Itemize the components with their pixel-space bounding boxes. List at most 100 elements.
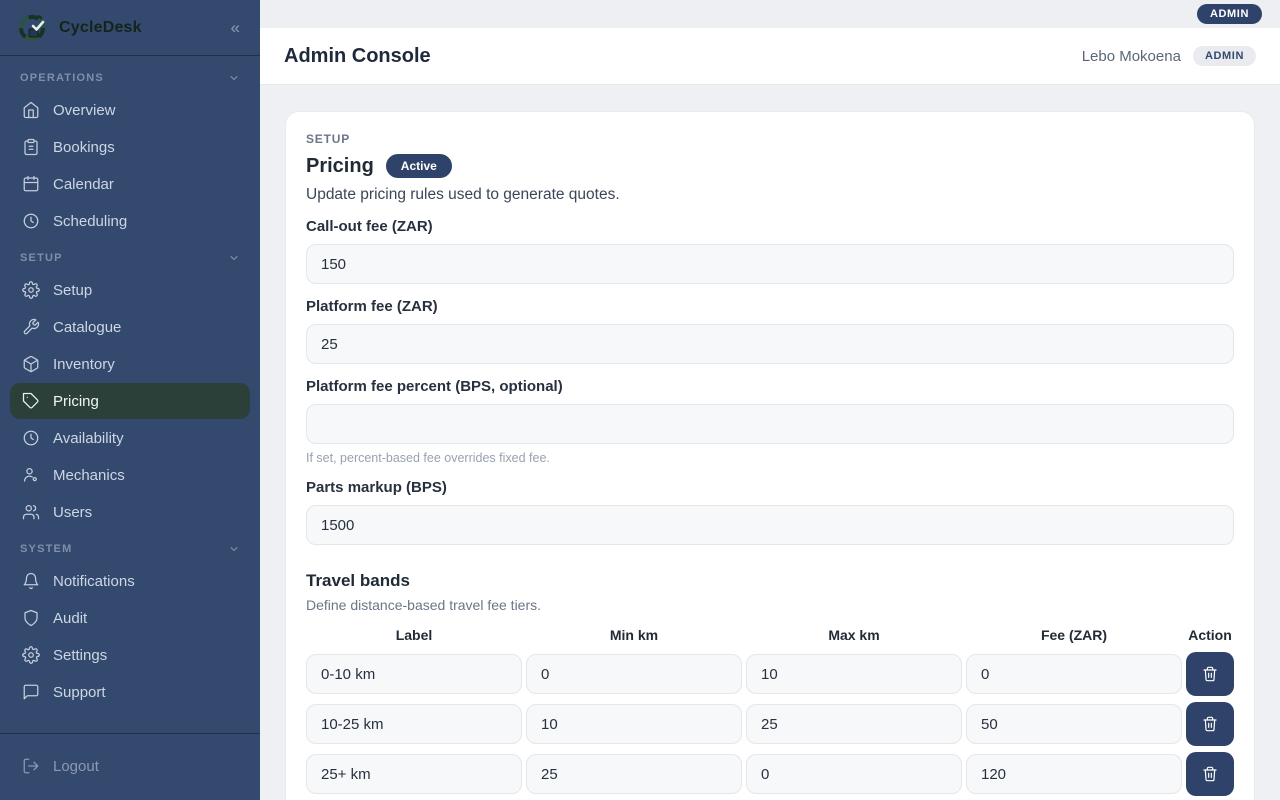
nav-label: Availability xyxy=(53,430,124,447)
band-max-input[interactable] xyxy=(746,704,962,744)
top-strip: ADMIN xyxy=(260,0,1280,28)
calendar-icon xyxy=(22,175,40,193)
nav-label: Overview xyxy=(53,102,116,119)
users-icon xyxy=(22,503,40,521)
sidebar-item-support[interactable]: Support xyxy=(10,674,250,710)
column-header-label: Label xyxy=(306,627,522,646)
content-area: SETUP Pricing Active Update pricing rule… xyxy=(260,85,1280,800)
delete-band-button[interactable] xyxy=(1186,752,1234,796)
clock-icon xyxy=(22,429,40,447)
nav-label: Users xyxy=(53,504,92,521)
logout-label: Logout xyxy=(53,758,99,775)
band-min-input[interactable] xyxy=(526,754,742,794)
section-label: SYSTEM xyxy=(20,543,72,555)
band-fee-input[interactable] xyxy=(966,754,1182,794)
column-header-action: Action xyxy=(1186,627,1234,646)
platform-fee-input[interactable] xyxy=(306,324,1234,364)
section-header-operations[interactable]: OPERATIONS xyxy=(0,60,260,91)
page-header: Admin Console Lebo Mokoena ADMIN xyxy=(260,28,1280,85)
column-header-fee: Fee (ZAR) xyxy=(966,627,1182,646)
delete-band-button[interactable] xyxy=(1186,652,1234,696)
logout-button[interactable]: Logout xyxy=(10,748,250,784)
tag-icon xyxy=(22,392,40,410)
platform-fee-percent-label: Platform fee percent (BPS, optional) xyxy=(306,378,1234,395)
chevron-down-icon xyxy=(228,543,240,555)
bell-icon xyxy=(22,572,40,590)
sidebar-item-bookings[interactable]: Bookings xyxy=(10,129,250,165)
band-max-input[interactable] xyxy=(746,754,962,794)
main-area: ADMIN Admin Console Lebo Mokoena ADMIN S… xyxy=(260,0,1280,800)
band-min-input[interactable] xyxy=(526,704,742,744)
band-fee-input[interactable] xyxy=(966,704,1182,744)
nav-label: Mechanics xyxy=(53,467,125,484)
sidebar-item-users[interactable]: Users xyxy=(10,494,250,530)
home-icon xyxy=(22,101,40,119)
card-eyebrow: SETUP xyxy=(306,132,1234,146)
page-title: Admin Console xyxy=(284,45,431,68)
logout-icon xyxy=(22,757,40,775)
platform-fee-percent-helper: If set, percent-based fee overrides fixe… xyxy=(306,451,1234,465)
band-label-input[interactable] xyxy=(306,654,522,694)
sidebar-collapse-button[interactable]: « xyxy=(227,15,244,40)
sidebar-item-calendar[interactable]: Calendar xyxy=(10,166,250,202)
travel-bands-table: Label Min km Max km Fee (ZAR) Action xyxy=(306,627,1234,796)
sidebar-item-mechanics[interactable]: Mechanics xyxy=(10,457,250,493)
nav-label: Notifications xyxy=(53,573,135,590)
section-label: SETUP xyxy=(20,252,63,264)
sidebar-item-notifications[interactable]: Notifications xyxy=(10,563,250,599)
sidebar-item-audit[interactable]: Audit xyxy=(10,600,250,636)
mechanic-user-icon xyxy=(22,466,40,484)
sidebar-item-scheduling[interactable]: Scheduling xyxy=(10,203,250,239)
band-label-input[interactable] xyxy=(306,704,522,744)
delete-band-button[interactable] xyxy=(1186,702,1234,746)
cycledesk-logo-icon xyxy=(16,11,50,45)
callout-fee-input[interactable] xyxy=(306,244,1234,284)
band-min-input[interactable] xyxy=(526,654,742,694)
clock-icon xyxy=(22,212,40,230)
pricing-card: SETUP Pricing Active Update pricing rule… xyxy=(285,111,1255,800)
parts-markup-label: Parts markup (BPS) xyxy=(306,479,1234,496)
sidebar-item-settings[interactable]: Settings xyxy=(10,637,250,673)
band-fee-input[interactable] xyxy=(966,654,1182,694)
nav-label: Support xyxy=(53,684,106,701)
sidebar-item-availability[interactable]: Availability xyxy=(10,420,250,456)
clipboard-icon xyxy=(22,138,40,156)
wrench-icon xyxy=(22,318,40,336)
nav-label: Settings xyxy=(53,647,107,664)
nav-label: Calendar xyxy=(53,176,114,193)
user-name: Lebo Mokoena xyxy=(1082,48,1181,65)
sidebar-item-overview[interactable]: Overview xyxy=(10,92,250,128)
sidebar: CycleDesk « OPERATIONS Overview Bookings… xyxy=(0,0,260,800)
user-role-badge: ADMIN xyxy=(1193,46,1256,66)
card-description: Update pricing rules used to generate qu… xyxy=(306,186,1234,204)
sidebar-brand-row: CycleDesk « xyxy=(0,0,260,56)
section-header-system[interactable]: SYSTEM xyxy=(0,531,260,562)
sidebar-item-setup[interactable]: Setup xyxy=(10,272,250,308)
nav-label: Inventory xyxy=(53,356,115,373)
travel-bands-description: Define distance-based travel fee tiers. xyxy=(306,597,1234,613)
nav-label: Scheduling xyxy=(53,213,127,230)
band-label-input[interactable] xyxy=(306,754,522,794)
nav-label: Pricing xyxy=(53,393,99,410)
trash-icon xyxy=(1202,716,1218,732)
chat-bubble-icon xyxy=(22,683,40,701)
platform-fee-percent-input[interactable] xyxy=(306,404,1234,444)
travel-bands-title: Travel bands xyxy=(306,571,1234,591)
sidebar-item-inventory[interactable]: Inventory xyxy=(10,346,250,382)
sidebar-item-catalogue[interactable]: Catalogue xyxy=(10,309,250,345)
band-max-input[interactable] xyxy=(746,654,962,694)
platform-fee-label: Platform fee (ZAR) xyxy=(306,298,1234,315)
section-header-setup[interactable]: SETUP xyxy=(0,240,260,271)
status-badge: Active xyxy=(386,154,452,178)
trash-icon xyxy=(1202,666,1218,682)
nav-label: Setup xyxy=(53,282,92,299)
card-title: Pricing xyxy=(306,155,374,178)
sidebar-item-pricing[interactable]: Pricing xyxy=(10,383,250,419)
brand-name: CycleDesk xyxy=(59,19,142,37)
gear-icon xyxy=(22,646,40,664)
sidebar-footer: Logout xyxy=(0,733,260,800)
column-header-min-km: Min km xyxy=(526,627,742,646)
chevron-down-icon xyxy=(228,72,240,84)
parts-markup-input[interactable] xyxy=(306,505,1234,545)
callout-fee-label: Call-out fee (ZAR) xyxy=(306,218,1234,235)
